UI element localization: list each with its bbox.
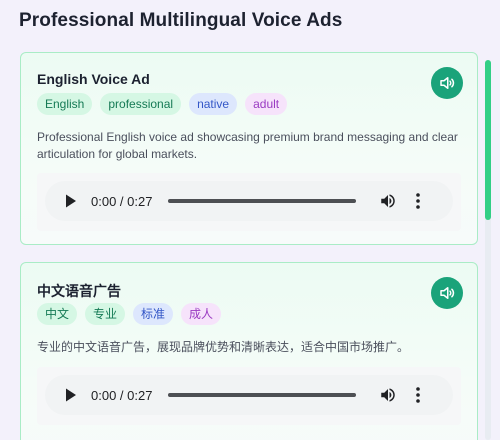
play-button[interactable] xyxy=(61,385,81,405)
page: Professional Multilingual Voice Ads Engl… xyxy=(0,0,500,440)
audio-player: 0:00 / 0:27 xyxy=(45,375,453,415)
play-icon xyxy=(66,388,76,402)
tag: 专业 xyxy=(85,303,126,325)
tag: 中文 xyxy=(37,303,78,325)
tag: 成人 xyxy=(181,303,222,325)
page-title: Professional Multilingual Voice Ads xyxy=(19,10,343,31)
audio-container: 0:00 / 0:27 xyxy=(37,367,461,425)
card-description: Professional English voice ad showcasing… xyxy=(37,130,458,161)
audio-player: 0:00 / 0:27 xyxy=(45,181,453,221)
volume-icon xyxy=(440,287,455,299)
volume-icon xyxy=(381,194,396,208)
more-options-button[interactable] xyxy=(410,191,426,211)
card-title: English Voice Ad xyxy=(37,71,150,87)
more-vert-icon xyxy=(416,193,421,209)
volume-button[interactable] xyxy=(378,385,398,405)
time-display: 0:00 / 0:27 xyxy=(91,193,153,209)
card-title: 中文语音广告 xyxy=(37,283,121,299)
tag: 标准 xyxy=(133,303,174,325)
progress-slider[interactable] xyxy=(168,199,357,203)
tag: adult xyxy=(245,93,288,115)
speaker-button[interactable] xyxy=(431,67,463,99)
voice-ad-card: 中文语音广告 中文 专业 标准 成人 专业的中文语音广告，展现品牌优势和清晰表达… xyxy=(20,262,478,440)
volume-button[interactable] xyxy=(378,191,398,211)
voice-ad-card: English Voice Ad English professional na… xyxy=(20,52,478,245)
ads-list: English Voice Ad English professional na… xyxy=(0,52,500,440)
play-button[interactable] xyxy=(61,191,81,211)
volume-icon xyxy=(440,77,455,89)
play-icon xyxy=(66,194,76,208)
tag: professional xyxy=(100,93,182,115)
speaker-button[interactable] xyxy=(431,277,463,309)
more-vert-icon xyxy=(416,387,421,403)
card-description: 专业的中文语音广告，展现品牌优势和清晰表达，适合中国市场推广。 xyxy=(37,340,410,354)
tag-list: English professional native adult xyxy=(37,93,288,115)
more-options-button[interactable] xyxy=(410,385,426,405)
progress-slider[interactable] xyxy=(168,393,357,397)
audio-container: 0:00 / 0:27 xyxy=(37,173,461,231)
time-display: 0:00 / 0:27 xyxy=(91,387,153,403)
volume-icon xyxy=(381,388,396,402)
tag-list: 中文 专业 标准 成人 xyxy=(37,303,222,325)
tag: English xyxy=(37,93,93,115)
tag: native xyxy=(189,93,238,115)
